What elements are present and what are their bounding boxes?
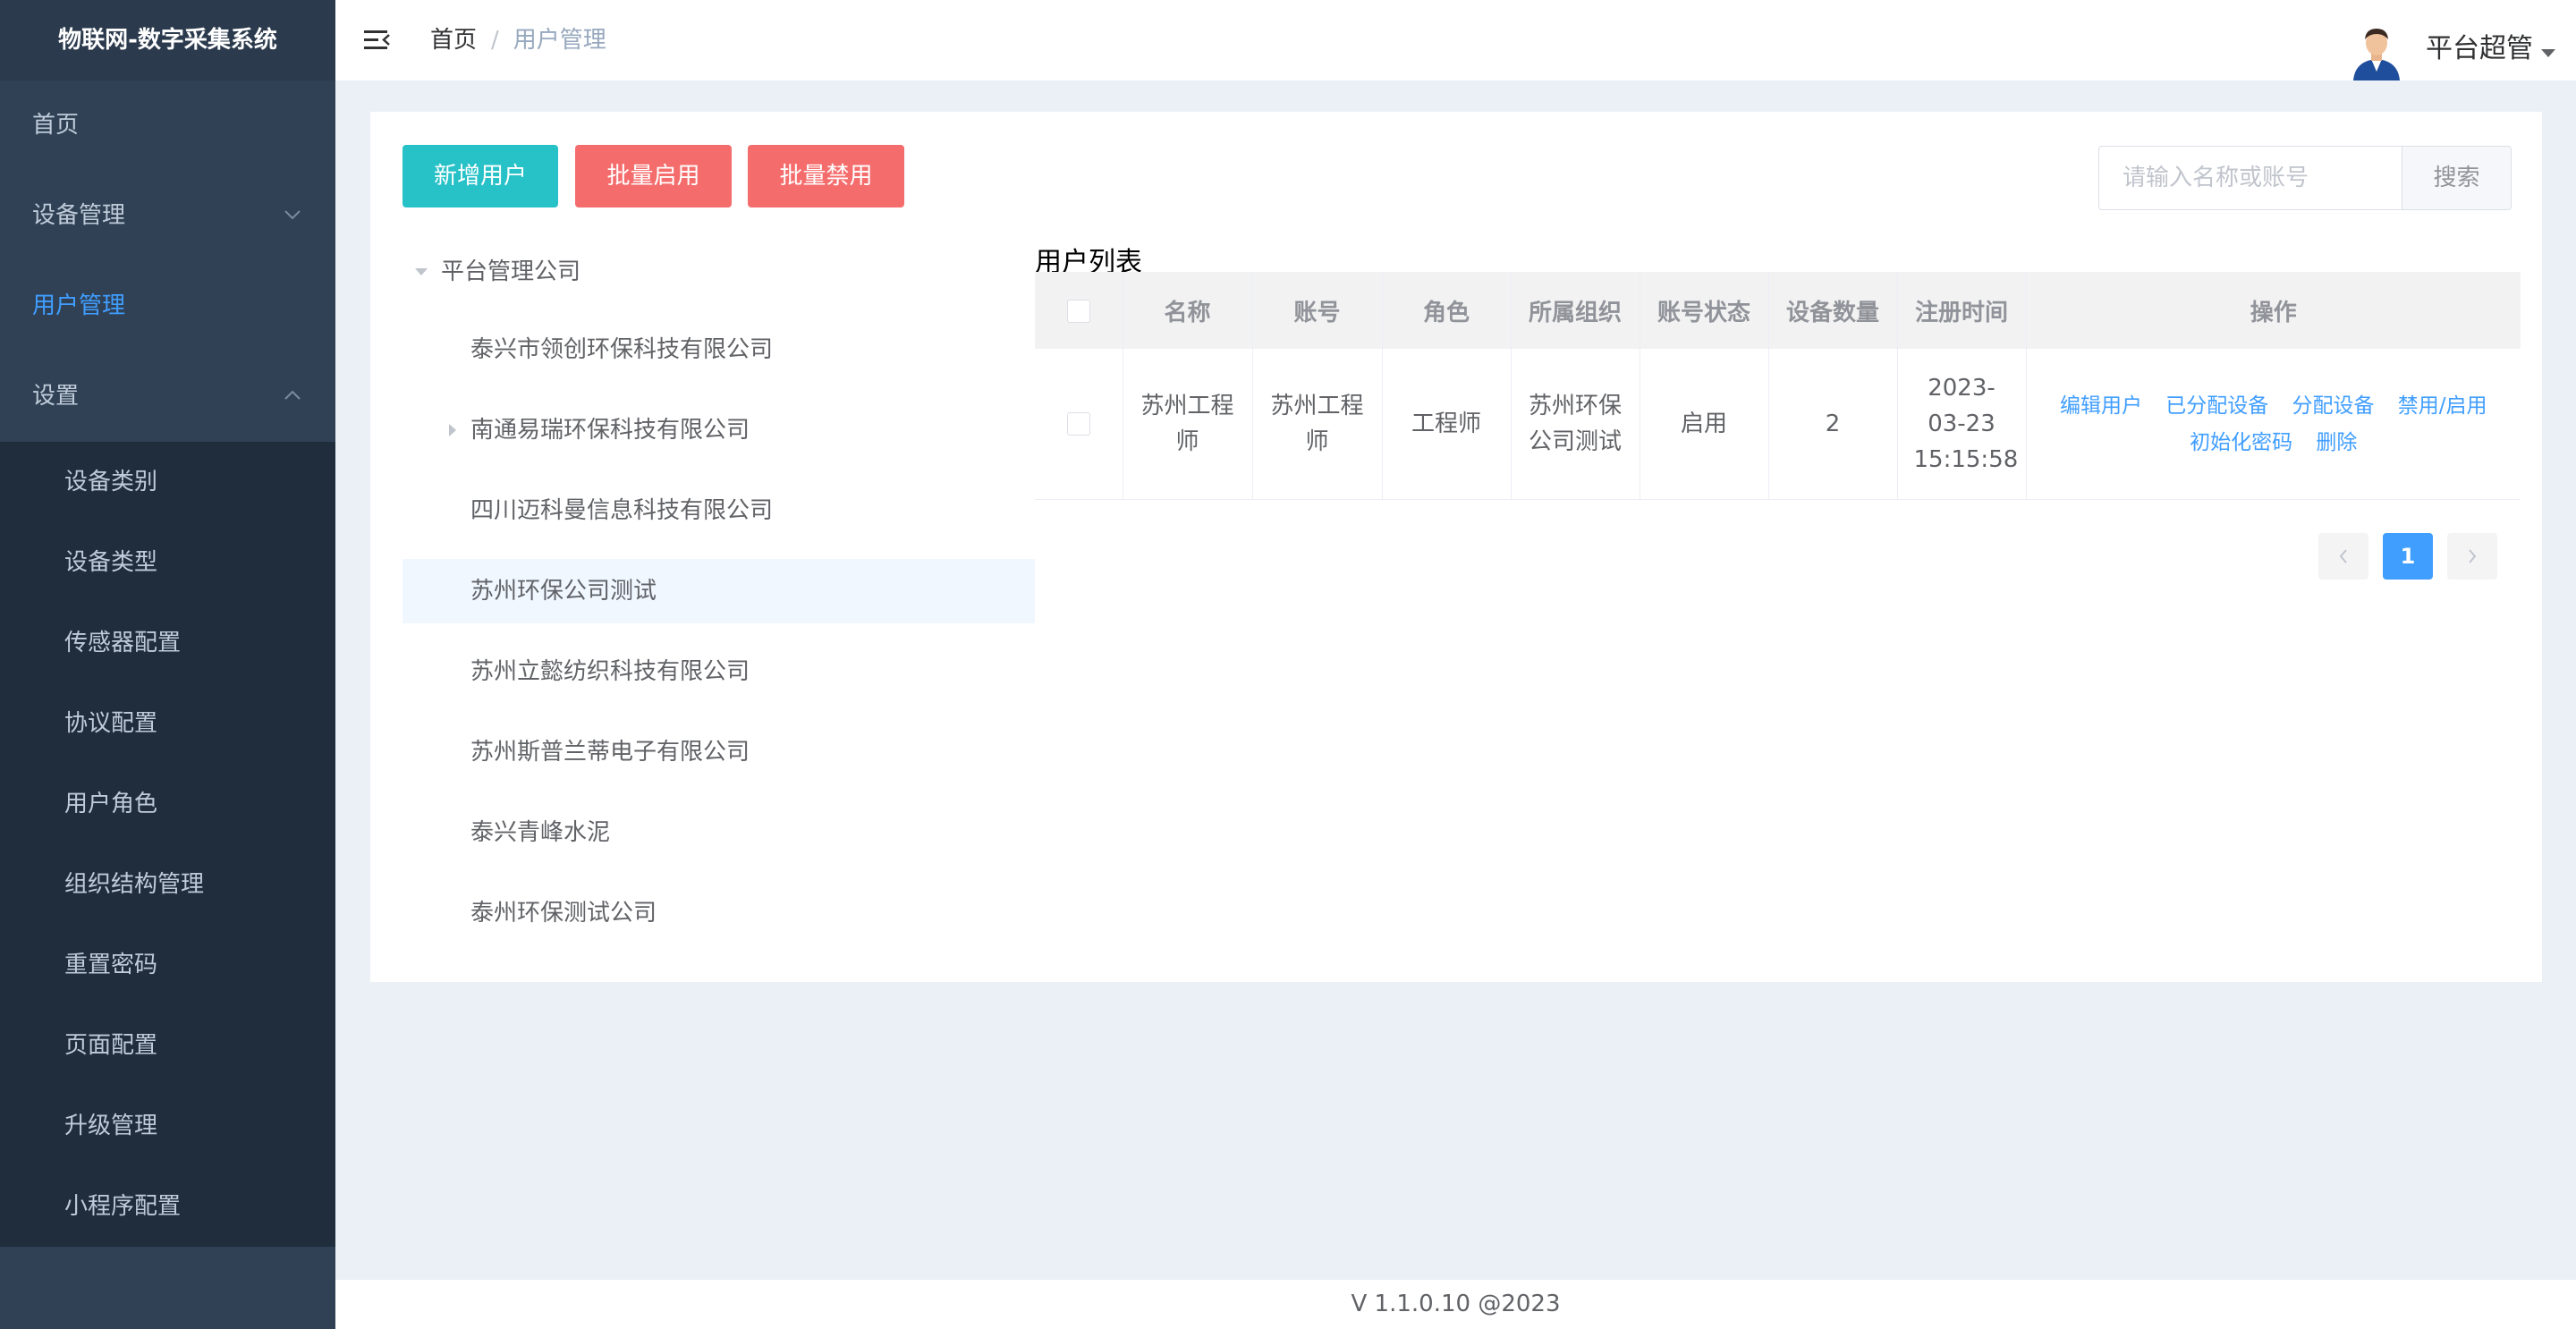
prev-page-button[interactable] (2318, 533, 2368, 580)
tree-node-selected[interactable]: 苏州环保公司测试 (402, 559, 1035, 623)
sidebar-item-protocol-config[interactable]: 协议配置 (0, 683, 335, 764)
next-page-button[interactable] (2447, 533, 2497, 580)
page-number[interactable]: 1 (2383, 533, 2433, 580)
sidebar-item-miniprogram-config[interactable]: 小程序配置 (0, 1166, 335, 1247)
tree-node[interactable]: 南通易瑞环保科技有限公司 (402, 398, 1035, 462)
assigned-devices-link[interactable]: 已分配设备 (2165, 394, 2268, 418)
tree-node-label: 平台管理公司 (441, 258, 581, 285)
sidebar-item-user-management[interactable]: 用户管理 (0, 261, 335, 351)
sidebar-item-device-type[interactable]: 设备类型 (0, 522, 335, 603)
tree-node[interactable]: 苏州立懿纺织科技有限公司 (402, 639, 1035, 704)
cell-account: 苏州工程师 (1252, 349, 1383, 500)
cell-registered-time: 2023-03-23 15:15:58 (1897, 349, 2027, 500)
tree-node-label: 南通易瑞环保科技有限公司 (470, 417, 750, 444)
column-header: 所属组织 (1511, 272, 1640, 349)
sidebar-item-device-category[interactable]: 设备类别 (0, 442, 335, 522)
tree-node[interactable]: 苏州斯普兰蒂电子有限公司 (402, 720, 1035, 784)
tree-root-node[interactable]: 平台管理公司 (402, 242, 1035, 301)
sidebar-item-org-structure[interactable]: 组织结构管理 (0, 844, 335, 925)
cell-role: 工程师 (1382, 349, 1512, 500)
chevron-left-icon (2339, 549, 2347, 563)
edit-user-link[interactable]: 编辑用户 (2060, 394, 2142, 418)
add-user-button[interactable]: 新增用户 (402, 145, 558, 207)
cell-name: 苏州工程师 (1123, 349, 1253, 500)
row-select-cell (1035, 349, 1123, 500)
reset-password-link[interactable]: 初始化密码 (2190, 431, 2292, 454)
column-header: 名称 (1123, 272, 1253, 349)
cell-org: 苏州环保公司测试 (1511, 349, 1640, 500)
caret-down-icon[interactable] (415, 268, 428, 275)
settings-submenu: 设备类别 设备类型 传感器配置 协议配置 用户角色 组织结构管理 重置密码 页面… (0, 442, 335, 1247)
sidebar-item-label: 用户管理 (32, 292, 126, 319)
sidebar-item-settings[interactable]: 设置 (0, 351, 335, 442)
search-input[interactable] (2098, 146, 2402, 210)
delete-link[interactable]: 删除 (2316, 431, 2357, 454)
cell-device-count: 2 (1768, 349, 1898, 500)
avatar[interactable] (2348, 23, 2405, 80)
main-panel: 新增用户 批量启用 批量禁用 搜索 平台管理公司 泰兴市领创环保科技有限公司 南… (370, 112, 2542, 982)
column-header: 账号状态 (1640, 272, 1769, 349)
caret-right-icon[interactable] (449, 424, 456, 436)
caret-down-icon[interactable] (2541, 49, 2555, 57)
column-header: 操作 (2026, 272, 2521, 349)
sidebar-item-page-config[interactable]: 页面配置 (0, 1005, 335, 1086)
sidebar-item-label: 首页 (32, 112, 80, 139)
menu-collapse-icon[interactable] (362, 25, 393, 55)
tree-node[interactable]: 泰兴青峰水泥 (402, 800, 1035, 865)
table-row: 苏州工程师 苏州工程师 工程师 苏州环保公司测试 启用 2 2023-03-23… (1035, 349, 2521, 500)
cell-actions: 编辑用户 已分配设备 分配设备 禁用/启用 初始化密码 删除 (2026, 349, 2521, 500)
tree-node[interactable]: 四川迈科曼信息科技有限公司 (402, 478, 1035, 543)
sidebar-item-device-management[interactable]: 设备管理 (0, 171, 335, 261)
app-title: 物联网-数字采集系统 (0, 0, 335, 80)
toggle-status-link[interactable]: 禁用/启用 (2398, 394, 2487, 418)
assign-device-link[interactable]: 分配设备 (2292, 394, 2375, 418)
breadcrumb-home[interactable]: 首页 (430, 27, 477, 54)
user-table: 名称 账号 角色 所属组织 账号状态 设备数量 注册时间 操作 苏州工程师 苏州… (1035, 272, 2521, 500)
breadcrumb-current: 用户管理 (513, 27, 606, 54)
user-name[interactable]: 平台超管 (2426, 0, 2533, 98)
breadcrumb: 首页 / 用户管理 (430, 0, 606, 80)
column-header: 角色 (1382, 272, 1512, 349)
top-header: 首页 / 用户管理 平台超管 (335, 0, 2576, 80)
sidebar-item-upgrade-management[interactable]: 升级管理 (0, 1086, 335, 1166)
select-all-cell (1035, 272, 1123, 349)
sidebar-item-user-roles[interactable]: 用户角色 (0, 764, 335, 844)
tree-node[interactable]: 泰兴市领创环保科技有限公司 (402, 317, 1035, 382)
select-all-checkbox[interactable] (1066, 299, 1090, 323)
sidebar-item-home[interactable]: 首页 (0, 80, 335, 171)
sidebar: 物联网-数字采集系统 首页 设备管理 用户管理 设置 设备类别 设备类型 传感器… (0, 0, 335, 1329)
column-header: 账号 (1252, 272, 1383, 349)
sidebar-item-label: 设置 (32, 383, 80, 410)
cell-status: 启用 (1640, 349, 1769, 500)
tree-node[interactable]: 泰州环保测试公司 (402, 881, 1035, 945)
batch-enable-button[interactable]: 批量启用 (575, 145, 732, 207)
search-button[interactable]: 搜索 (2402, 146, 2512, 210)
org-tree: 平台管理公司 泰兴市领创环保科技有限公司 南通易瑞环保科技有限公司 四川迈科曼信… (402, 242, 1035, 945)
sidebar-item-reset-password[interactable]: 重置密码 (0, 925, 335, 1005)
row-checkbox[interactable] (1066, 412, 1090, 436)
sidebar-item-sensor-config[interactable]: 传感器配置 (0, 603, 335, 683)
breadcrumb-separator: / (491, 27, 499, 54)
column-header: 设备数量 (1768, 272, 1898, 349)
chevron-right-icon (2469, 549, 2477, 563)
sidebar-item-label: 设备管理 (32, 202, 126, 229)
chevron-down-icon (282, 171, 303, 261)
batch-disable-button[interactable]: 批量禁用 (748, 145, 904, 207)
column-header: 注册时间 (1897, 272, 2027, 349)
footer-version: V 1.1.0.10 @2023 (335, 1280, 2576, 1329)
table-header-row: 名称 账号 角色 所属组织 账号状态 设备数量 注册时间 操作 (1035, 272, 2521, 349)
chevron-up-icon (282, 351, 303, 442)
